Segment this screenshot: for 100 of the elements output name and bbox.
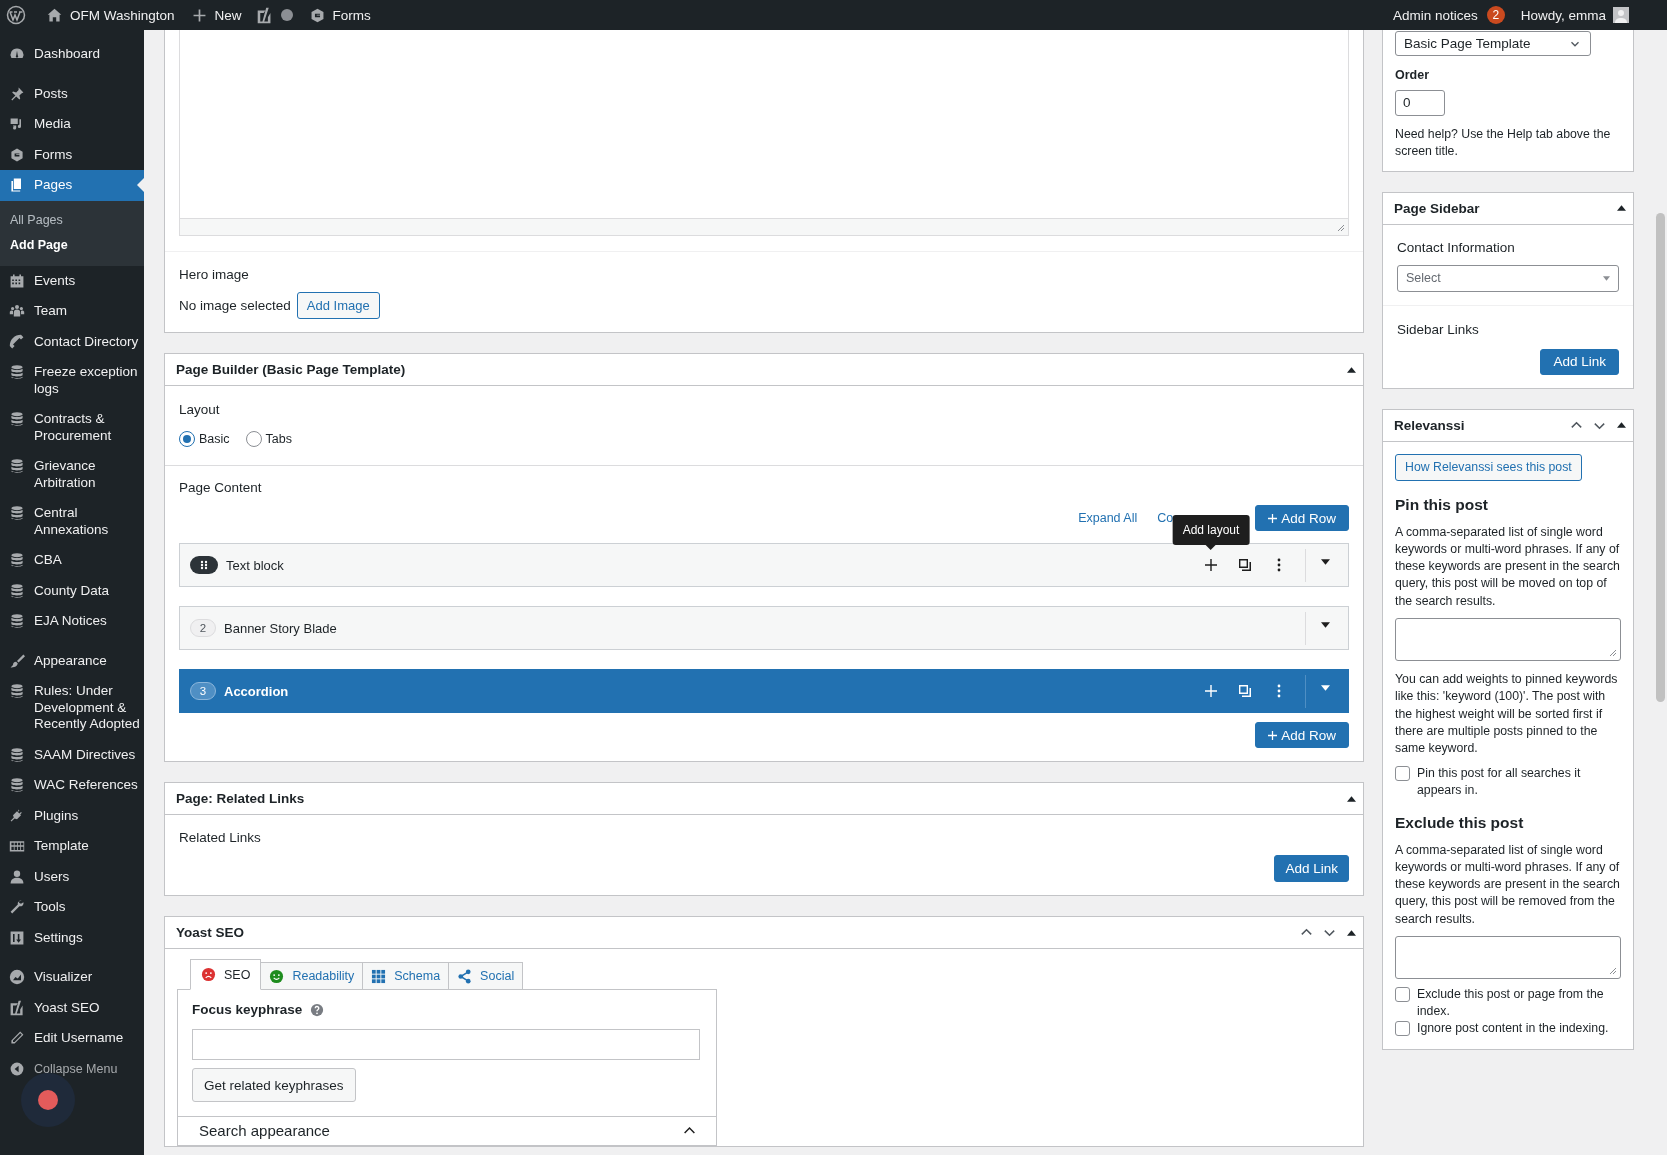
menu-item[interactable]: Users [0, 861, 144, 892]
forms-link[interactable]: Forms [300, 0, 379, 30]
checkbox[interactable] [1395, 1021, 1410, 1037]
menu-item[interactable]: Forms [0, 139, 144, 170]
layout-row[interactable]: 2 Banner Story Blade [179, 606, 1349, 650]
menu-item[interactable]: Edit Username [0, 1023, 144, 1054]
tab[interactable]: Readability [260, 962, 364, 990]
section-title[interactable]: Search appearance [199, 1122, 330, 1139]
help-icon[interactable] [310, 1002, 325, 1017]
menu-item[interactable]: County Data [0, 575, 144, 606]
smiley-icon [269, 968, 285, 984]
contact-select[interactable]: Select [1397, 264, 1619, 292]
caret-up-icon[interactable] [1347, 366, 1356, 373]
menu-item[interactable]: Visualizer [0, 962, 144, 993]
menu-item[interactable]: Plugins [0, 800, 144, 831]
checkbox[interactable] [1395, 765, 1410, 781]
drag-handle-icon[interactable] [190, 556, 218, 574]
row-title: Text block [226, 557, 284, 573]
site-link[interactable]: OFM Washington [38, 0, 183, 30]
account-link[interactable]: Howdy, emma [1512, 0, 1637, 30]
scrollbar[interactable] [1656, 213, 1665, 702]
logo-icon [9, 999, 25, 1016]
tab[interactable]: Schema [362, 962, 450, 990]
current-page-pointer-icon [137, 178, 144, 192]
people-icon [9, 303, 25, 319]
resize-handle-icon[interactable] [1337, 224, 1345, 232]
image-status: No image selected [179, 298, 291, 313]
menu-item[interactable]: SAAM Directives [0, 739, 144, 770]
caret-up-icon[interactable] [1617, 205, 1626, 212]
panel-title: Page Sidebar [1394, 200, 1480, 216]
add-link-button[interactable]: Add Link [1540, 348, 1619, 375]
exclude-keywords-field[interactable] [1395, 936, 1621, 980]
user-icon [9, 868, 25, 885]
menu-item[interactable]: Dashboard [0, 39, 144, 70]
caret-up-icon[interactable] [1617, 422, 1626, 429]
tab[interactable]: Social [448, 962, 524, 990]
pin-keywords-field[interactable] [1395, 618, 1621, 662]
menu-item[interactable]: Media [0, 109, 144, 140]
menu-item[interactable]: Grievance Arbitration [0, 451, 144, 498]
plus-icon[interactable] [1203, 683, 1219, 699]
forms-icon [9, 146, 25, 163]
relevanssi-preview-button[interactable]: How Relevanssi sees this post [1395, 453, 1582, 481]
menu-item[interactable]: Pages [0, 170, 144, 201]
plug-icon [9, 807, 25, 824]
menu-item[interactable]: Central Annexations [0, 498, 144, 545]
avatar-icon [1613, 7, 1629, 23]
related-keyphrases-button[interactable]: Get related keyphrases [192, 1068, 356, 1102]
order-input[interactable]: 0 [1395, 90, 1445, 116]
caret-down-icon[interactable] [1321, 559, 1330, 565]
sad-face-icon [201, 967, 216, 982]
logo-icon[interactable] [255, 6, 273, 24]
menu-item[interactable]: CBA [0, 545, 144, 576]
database-icon [9, 683, 25, 699]
plus-icon [1268, 513, 1278, 523]
template-select[interactable]: Basic Page Template [1395, 31, 1591, 56]
chart-icon [9, 969, 25, 985]
caret-up-icon[interactable] [1347, 795, 1356, 802]
submenu-item[interactable]: Add Page [0, 232, 144, 258]
admin-notices-link[interactable]: Admin notices 2 [1384, 0, 1513, 30]
menu-item[interactable]: Rules: Under Development & Recently Adopted [0, 676, 144, 740]
menu-item[interactable]: Appearance [0, 645, 144, 676]
menu-item[interactable]: Contracts & Procurement [0, 404, 144, 451]
menu-item[interactable]: Team [0, 296, 144, 327]
menu-item[interactable]: Settings [0, 922, 144, 953]
field-label: Layout [179, 401, 221, 418]
database-icon [9, 411, 25, 427]
duplicate-icon[interactable] [1237, 557, 1253, 573]
description: You can add weights to pinned keywords like this: 'keyword (100)'. The post with the highest weight will be sorted first if there are multiple posts pinned to the same keyword. [1395, 671, 1619, 758]
logo-icon[interactable] [6, 5, 26, 25]
menu-item[interactable]: Posts [0, 78, 144, 109]
tab[interactable]: SEO [190, 959, 262, 990]
add-row-button[interactable]: Add Row [1255, 722, 1349, 748]
checkbox[interactable] [1395, 987, 1410, 1003]
menu-item[interactable]: Yoast SEO [0, 992, 144, 1023]
caret-up-icon[interactable] [1347, 929, 1356, 936]
menu-item[interactable]: Events [0, 265, 144, 296]
menu-item[interactable]: Freeze exception logs [0, 357, 144, 404]
checkbox-label: Ignore post content in the indexing. [1417, 1020, 1609, 1038]
menu-item[interactable]: EJA Notices [0, 606, 144, 637]
submenu-item[interactable]: All Pages [0, 207, 144, 233]
menu-item[interactable]: WAC References [0, 770, 144, 801]
field-label: Sidebar Links [1397, 320, 1480, 338]
layout-row[interactable]: 3 Accordion [179, 669, 1349, 713]
menu-item[interactable]: Tools [0, 892, 144, 923]
panel-title: Page: Related Links [176, 791, 305, 806]
keyphrase-input[interactable] [192, 1029, 700, 1060]
plus-icon[interactable] [1203, 557, 1219, 573]
menu-item[interactable]: Contact Directory [0, 326, 144, 357]
panel-title: Yoast SEO [176, 925, 245, 940]
new-link[interactable]: New [182, 0, 250, 30]
caret-down-icon[interactable] [1321, 622, 1330, 628]
collapse-icon [9, 1060, 25, 1077]
database-icon [9, 458, 25, 474]
collapse-menu-button[interactable]: Collapse Menu [0, 1053, 144, 1084]
add-row-button[interactable]: Add Row [1255, 505, 1349, 531]
menu-item[interactable]: Template [0, 831, 144, 862]
add-image-button[interactable]: Add Image [296, 292, 380, 319]
database-icon [9, 777, 25, 793]
status-dot-icon [280, 9, 293, 21]
add-link-button[interactable]: Add Link [1274, 855, 1349, 882]
